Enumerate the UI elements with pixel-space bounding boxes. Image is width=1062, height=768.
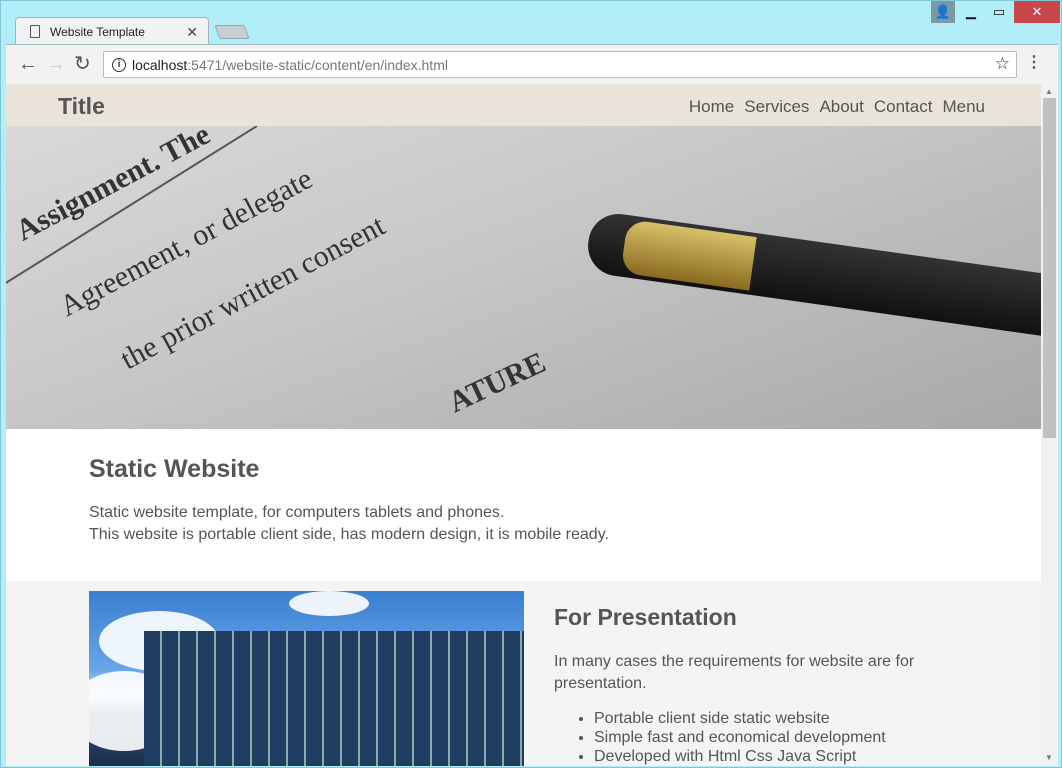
minimize-button[interactable]: ▁ [959, 1, 983, 23]
intro-line: Static website template, for computers t… [89, 504, 505, 521]
scroll-up-icon[interactable]: ▲ [1045, 87, 1053, 97]
forward-icon[interactable]: → [46, 53, 66, 75]
hero-text: the prior written consent [115, 208, 391, 377]
new-tab-button[interactable] [214, 25, 250, 39]
list-item: Developed with Html Css Java Script [594, 747, 974, 766]
feature-list: Portable client side static website Simp… [554, 709, 974, 766]
hero-image: Assignment. The Agreement, or delegate t… [6, 126, 1041, 429]
close-window-button[interactable]: ✕ [1014, 1, 1060, 23]
scrollbar-thumb[interactable] [1043, 98, 1056, 438]
maximize-button[interactable]: ▭ [987, 1, 1011, 23]
intro-line: This website is portable client side, ha… [89, 526, 609, 543]
site-nav: Home Services About Contact Menu [689, 97, 985, 117]
site-header: Title Home Services About Contact Menu [6, 84, 1041, 126]
browser-tab[interactable]: Website Template ✕ [15, 17, 209, 45]
browser-toolbar: ← → ↻ i localhost:5471/website-static/co… [6, 44, 1058, 84]
feature-text: In many cases the requirements for websi… [554, 653, 915, 692]
url-path: :5471/website-static/content/en/index.ht… [187, 56, 448, 73]
intro-section: Static Website Static website template, … [6, 429, 1041, 581]
bookmark-star-icon[interactable]: ☆ [995, 54, 1010, 74]
nav-menu[interactable]: Menu [942, 97, 985, 117]
building-image [89, 591, 524, 766]
hero-text: ATURE [443, 345, 551, 420]
scroll-down-icon[interactable]: ▼ [1045, 753, 1053, 763]
scrollbar[interactable]: ▲ ▼ [1041, 84, 1058, 766]
nav-about[interactable]: About [819, 97, 863, 117]
nav-contact[interactable]: Contact [874, 97, 933, 117]
profile-icon[interactable]: 👤 [931, 1, 955, 23]
info-icon[interactable]: i [112, 57, 126, 72]
list-item: Portable client side static website [594, 709, 974, 728]
nav-services[interactable]: Services [744, 97, 809, 117]
browser-window: Website Template ✕ 👤 ▁ ▭ ✕ ← → ↻ i local… [0, 0, 1062, 768]
reload-icon[interactable]: ↻ [74, 53, 91, 75]
pen-graphic [584, 210, 1041, 344]
list-item: Simple fast and economical development [594, 728, 974, 747]
feature-heading: For Presentation [554, 604, 737, 630]
url-host: localhost [132, 56, 188, 73]
tab-title: Website Template [50, 24, 145, 39]
intro-heading: Static Website [89, 455, 260, 483]
web-page: Title Home Services About Contact Menu A… [6, 84, 1041, 766]
document-icon [30, 25, 40, 38]
browser-menu-icon[interactable]: ⋮ [1026, 53, 1042, 73]
address-bar[interactable]: i localhost:5471/website-static/content/… [103, 51, 1017, 78]
site-title[interactable]: Title [58, 93, 105, 119]
nav-home[interactable]: Home [689, 97, 734, 117]
feature-section: For Presentation In many cases the requi… [6, 581, 1041, 766]
close-tab-icon[interactable]: ✕ [186, 24, 198, 41]
back-icon[interactable]: ← [18, 53, 38, 75]
